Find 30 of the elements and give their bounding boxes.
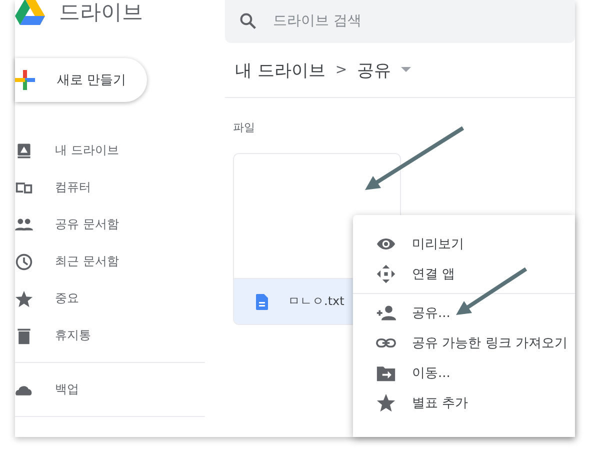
breadcrumb-current[interactable]: 공유: [357, 58, 392, 82]
trash-icon: [15, 326, 33, 344]
sidebar-item[interactable]: 내 드라이브: [15, 132, 225, 169]
add-person-icon: [376, 303, 396, 323]
breadcrumb-separator: >: [335, 62, 348, 78]
breadcrumb-link[interactable]: 내 드라이브: [235, 58, 326, 82]
sidebar-item[interactable]: 컴퓨터: [15, 169, 225, 206]
sidebar-item[interactable]: 공유 문서함: [15, 206, 225, 243]
sidebar-item[interactable]: 백업: [15, 371, 225, 408]
file-name: ㅁㄴㅇ.txt: [288, 293, 344, 310]
pointer-arrow: [456, 267, 528, 317]
menu-item[interactable]: 별표 추가: [353, 388, 575, 418]
sidebar-item[interactable]: 휴지통: [15, 317, 225, 354]
star-icon: [376, 393, 396, 413]
arrows-icon: [376, 264, 396, 284]
app-title: 드라이브: [59, 0, 143, 26]
section-title: 파일: [233, 120, 256, 135]
search-icon: [239, 12, 257, 30]
star-icon: [15, 290, 33, 308]
dropdown-caret-icon: [401, 67, 412, 73]
clock-icon: [15, 252, 33, 270]
menu-item[interactable]: 이동...: [353, 358, 575, 388]
drive-logo-icon: [15, 0, 45, 25]
document-icon: [256, 294, 268, 310]
new-button[interactable]: 새로 만들기: [15, 58, 147, 102]
sidebar-item[interactable]: 최근 문서함: [15, 243, 225, 280]
sidebar-item[interactable]: 중요: [15, 280, 225, 317]
plus-icon: [15, 70, 35, 90]
menu-item[interactable]: 공유 가능한 링크 가져오기: [353, 328, 575, 358]
people-icon: [15, 216, 33, 234]
